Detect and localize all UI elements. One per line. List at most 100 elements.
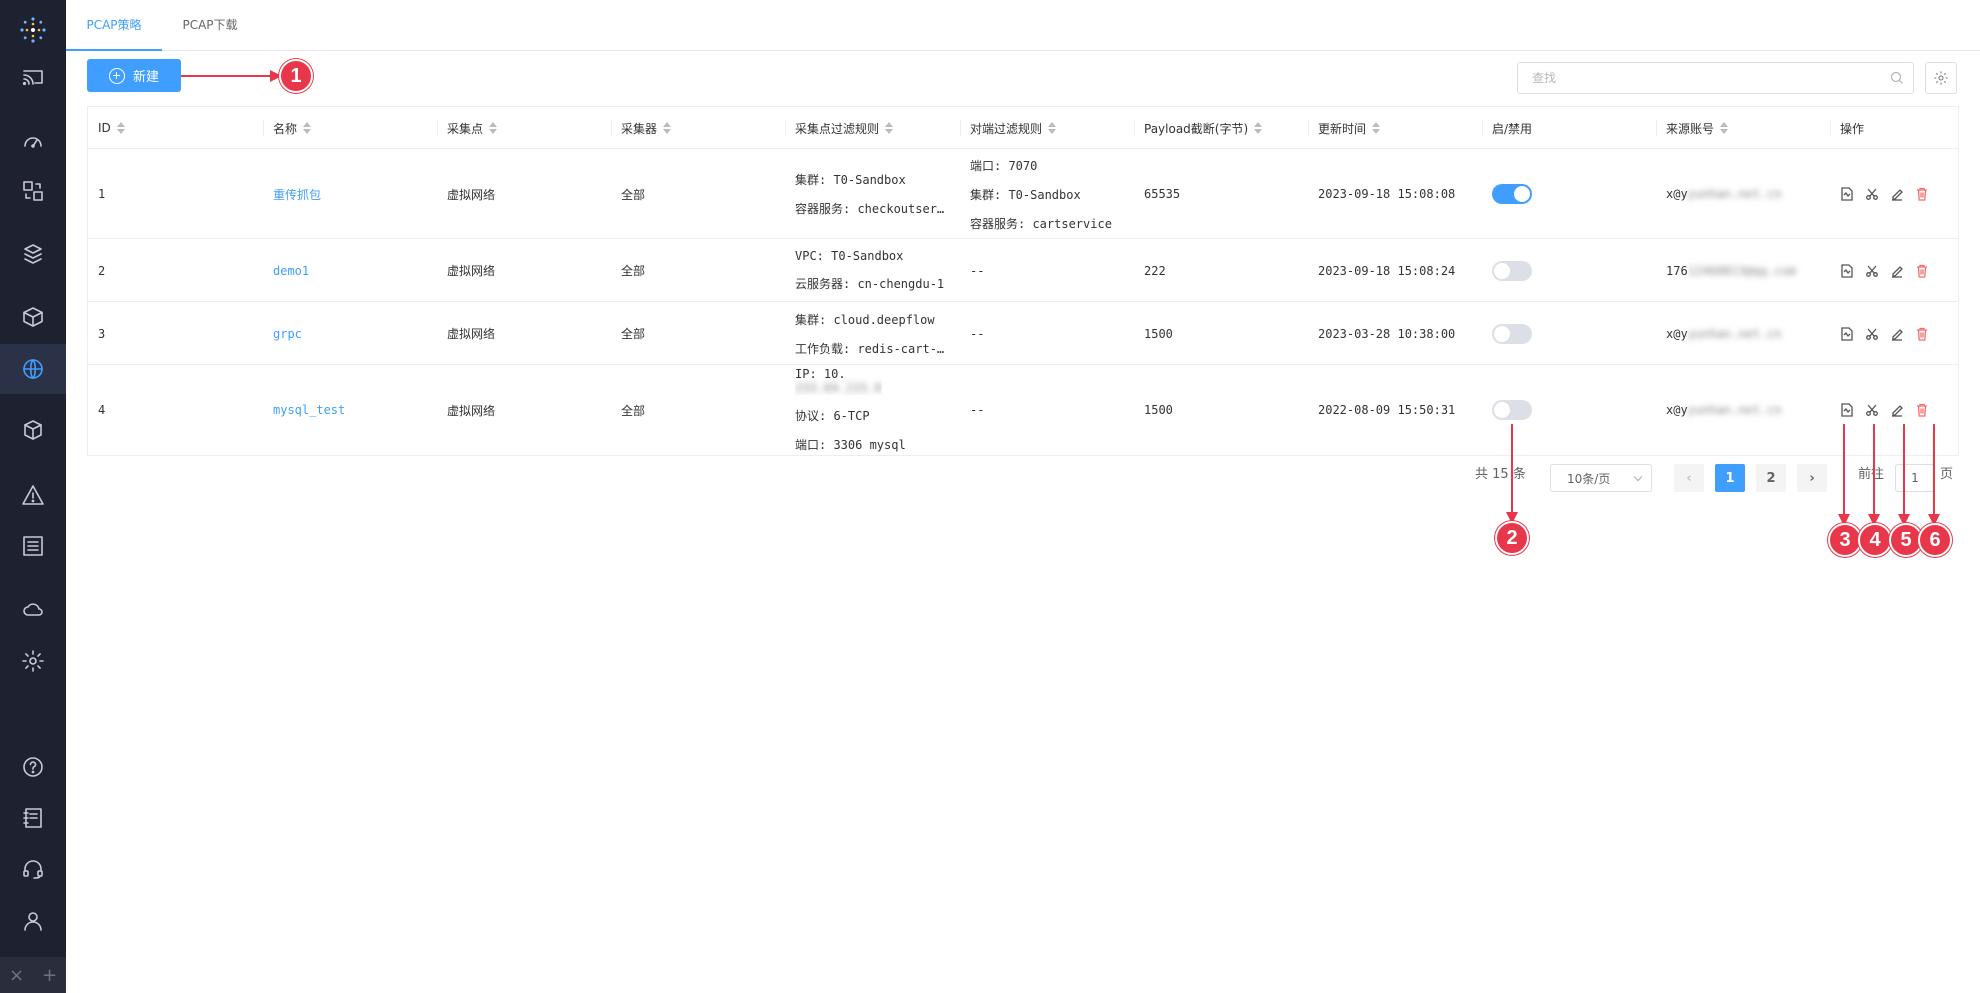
cell-capture-point: 虚拟网络 xyxy=(447,403,496,418)
enable-toggle[interactable] xyxy=(1492,260,1532,281)
sort-icon[interactable] xyxy=(663,122,672,134)
layers-icon[interactable] xyxy=(20,241,46,267)
policy-name-link[interactable]: 重传抓包 xyxy=(273,149,321,239)
delete-icon[interactable] xyxy=(1915,187,1929,201)
table-row: 1 重传抓包 虚拟网络 全部 集群: T0-Sandbox 容器服务: chec… xyxy=(88,149,1958,239)
cell-actions xyxy=(1840,149,1929,239)
cell-updated: 2023-09-18 15:08:08 xyxy=(1318,187,1456,201)
help-icon[interactable] xyxy=(20,754,46,780)
policy-name-link[interactable]: mysql_test xyxy=(273,365,345,455)
enable-toggle[interactable] xyxy=(1492,184,1532,204)
docs-icon[interactable] xyxy=(20,805,46,831)
package-icon[interactable] xyxy=(20,304,46,330)
annotation-marker-1: 1 xyxy=(279,59,313,93)
plus-circle-icon xyxy=(108,67,125,84)
edit-icon[interactable] xyxy=(1890,403,1904,417)
prev-page-button[interactable]: ‹ xyxy=(1674,464,1704,492)
col-collector[interactable]: 采集器 xyxy=(610,107,672,149)
col-peer-filter[interactable]: 对端过滤规则 xyxy=(959,107,1057,149)
pcap-analyze-icon[interactable] xyxy=(1840,263,1854,278)
user-icon[interactable] xyxy=(20,908,46,934)
cell-account: x@y yunhan.net.cn xyxy=(1666,326,1782,341)
scissors-icon[interactable] xyxy=(1865,187,1879,201)
edit-icon[interactable] xyxy=(1890,187,1904,201)
cell-peer-filter: -- xyxy=(970,263,985,278)
annotation-line xyxy=(1873,424,1875,516)
cell-capture-filter: IP: 10. 233.69.215.0 协议: 6-TCP 端口: 3306 m… xyxy=(795,367,906,452)
sort-icon[interactable] xyxy=(885,122,894,134)
tab-pcap-policy[interactable]: PCAP策略 xyxy=(66,0,162,51)
col-id[interactable]: ID xyxy=(98,107,125,149)
add-icon[interactable]: + xyxy=(42,965,57,986)
new-button-label: 新建 xyxy=(132,69,159,84)
scissors-icon[interactable] xyxy=(1865,327,1879,341)
sort-icon[interactable] xyxy=(489,122,498,134)
col-name[interactable]: 名称 xyxy=(262,107,312,149)
page-1-button[interactable]: 1 xyxy=(1715,464,1745,492)
cube-icon[interactable] xyxy=(20,417,46,443)
col-account[interactable]: 来源账号 xyxy=(1655,107,1729,149)
policy-name-link[interactable]: demo1 xyxy=(273,239,309,302)
cell-enabled xyxy=(1492,149,1532,239)
tab-pcap-download[interactable]: PCAP下载 xyxy=(162,0,258,51)
sort-icon[interactable] xyxy=(1048,122,1057,134)
policy-name-link[interactable]: grpc xyxy=(273,302,302,365)
sort-icon[interactable] xyxy=(116,122,125,134)
dashboard-icon[interactable] xyxy=(20,128,46,154)
col-updated[interactable]: 更新时间 xyxy=(1307,107,1381,149)
col-enabled: 启/禁用 xyxy=(1481,107,1532,149)
new-button[interactable]: 新建 xyxy=(87,59,181,92)
search-input[interactable] xyxy=(1517,62,1914,94)
sort-icon[interactable] xyxy=(1372,122,1381,134)
pcap-analyze-icon[interactable] xyxy=(1840,187,1854,201)
sidebar-footer: × + xyxy=(0,957,66,993)
table-settings-button[interactable] xyxy=(1925,62,1957,94)
edit-icon[interactable] xyxy=(1890,264,1904,278)
close-icon[interactable]: × xyxy=(9,965,24,986)
gear-icon[interactable] xyxy=(20,648,46,674)
sidebar-item-network-active[interactable] xyxy=(0,344,66,394)
page-size-select[interactable]: 10条/页 xyxy=(1550,464,1652,492)
sort-icon[interactable] xyxy=(1254,122,1263,134)
cell-enabled xyxy=(1492,302,1532,365)
globe-icon[interactable] xyxy=(20,356,46,382)
col-payload[interactable]: Payload截断(字节) xyxy=(1133,107,1263,149)
list-icon[interactable] xyxy=(20,533,46,559)
logo-icon[interactable] xyxy=(19,16,47,44)
sort-icon[interactable] xyxy=(1720,122,1729,134)
delete-icon[interactable] xyxy=(1915,403,1929,417)
scissors-icon[interactable] xyxy=(1865,264,1879,278)
scissors-icon[interactable] xyxy=(1865,403,1879,417)
headset-icon[interactable] xyxy=(20,856,46,882)
pcap-analyze-icon[interactable] xyxy=(1840,326,1854,341)
edit-icon[interactable] xyxy=(1890,327,1904,341)
next-page-button[interactable]: › xyxy=(1797,464,1827,492)
page-2-button[interactable]: 2 xyxy=(1756,464,1786,492)
alert-icon[interactable] xyxy=(20,482,46,508)
tab-bar: PCAP策略 PCAP下载 xyxy=(66,0,1980,51)
cell-collector: 全部 xyxy=(621,264,646,278)
goto-page-input[interactable] xyxy=(1895,464,1935,492)
cell-peer-filter: 端口: 7070 集群: T0-Sandbox 容器服务: cartservic… xyxy=(970,158,1112,231)
cell-id: 4 xyxy=(98,403,106,417)
cell-capture-filter: VPC: T0-Sandbox 云服务器: cn-chengdu-1 xyxy=(795,249,945,291)
delete-icon[interactable] xyxy=(1915,327,1929,341)
sort-icon[interactable] xyxy=(303,122,312,134)
cast-icon[interactable] xyxy=(20,64,46,90)
cell-actions xyxy=(1840,365,1929,455)
cloud-icon[interactable] xyxy=(20,596,46,622)
col-capture-point[interactable]: 采集点 xyxy=(436,107,498,149)
enable-toggle[interactable] xyxy=(1492,323,1532,344)
delete-icon[interactable] xyxy=(1915,264,1929,278)
cell-peer-filter: -- xyxy=(970,403,985,417)
search-icon[interactable] xyxy=(1890,71,1904,85)
annotation-line xyxy=(1903,424,1905,516)
goto-label: 前往 xyxy=(1858,467,1885,482)
table-header: ID 名称 采集点 采集器 采集点过滤规则 对端过滤规则 Payload截断(字… xyxy=(88,107,1958,149)
cell-capture-point: 虚拟网络 xyxy=(447,187,496,202)
enable-toggle[interactable] xyxy=(1492,400,1532,420)
cell-id: 1 xyxy=(98,187,106,201)
pcap-analyze-icon[interactable] xyxy=(1840,403,1854,417)
transfer-icon[interactable] xyxy=(20,178,46,204)
col-capture-filter[interactable]: 采集点过滤规则 xyxy=(784,107,894,149)
